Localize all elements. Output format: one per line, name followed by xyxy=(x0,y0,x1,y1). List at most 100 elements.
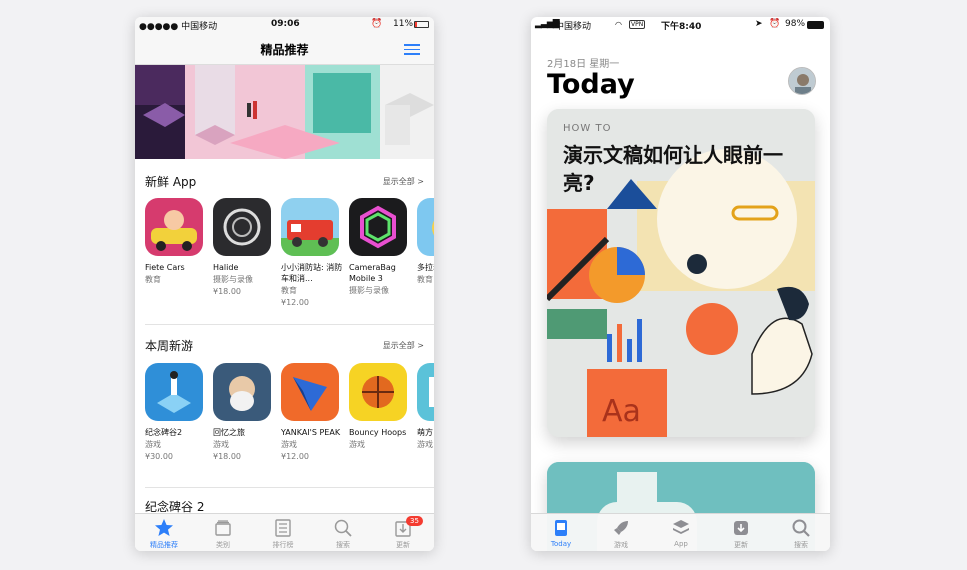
alarm-icon: ⏰ xyxy=(769,19,781,29)
location-icon: ➤ xyxy=(755,19,763,29)
app-tile[interactable]: Fiete Cars 教育 xyxy=(145,198,207,285)
divider xyxy=(145,324,434,325)
section-new-games-header: 本周新游 显示全部 > xyxy=(145,337,424,353)
tab-categories[interactable]: 类别 xyxy=(199,518,247,550)
app-name: 多拉动画 xyxy=(417,263,434,272)
section-title: 本周新游 xyxy=(145,339,194,353)
today-date: 2月18日 星期一 xyxy=(547,59,620,70)
page-title: Today xyxy=(547,69,635,100)
app-name: CameraBag Mobile 3 xyxy=(349,263,396,283)
battery-icon xyxy=(414,21,429,28)
tab-label: Today xyxy=(550,540,572,548)
app-category: 游戏 xyxy=(145,440,161,449)
app-name: Fiete Cars xyxy=(145,263,185,272)
app-price: ¥12.00 xyxy=(281,452,309,461)
status-bar: ●●●●● 中国移动 09:06 ⏰ 11% xyxy=(135,17,434,33)
tab-updates[interactable]: 35 更新 xyxy=(379,516,427,550)
app-category: 游戏 xyxy=(213,440,229,449)
tab-featured[interactable]: 精品推荐 xyxy=(140,518,188,550)
list-icon[interactable] xyxy=(404,44,420,55)
tab-label: 更新 xyxy=(734,541,748,549)
app-name: Bouncy Hoops xyxy=(349,428,407,437)
clock: 09:06 xyxy=(271,19,300,29)
app-category: 教育 xyxy=(281,286,297,295)
tab-label: 排行榜 xyxy=(272,541,294,549)
tab-label: 类别 xyxy=(216,541,230,549)
navigation-bar: 精品推荐 xyxy=(135,33,434,65)
app-icon-yankais-peak xyxy=(281,363,339,421)
app-price: ¥18.00 xyxy=(213,452,241,461)
tab-label: 搜索 xyxy=(794,541,808,549)
app-icon-dora xyxy=(417,198,434,256)
tab-today[interactable]: Today xyxy=(537,518,585,548)
app-name: 萌方 xyxy=(417,428,433,437)
status-bar: ▂▃▅▇ 中国移动 ◠ VPN 下午8:40 ➤ ⏰ 98% xyxy=(531,17,830,33)
app-price: ¥18.00 xyxy=(213,287,241,296)
page-title: 精品推荐 xyxy=(260,43,309,57)
star-icon xyxy=(154,518,174,538)
app-price: ¥12.00 xyxy=(281,298,309,307)
tab-apps[interactable]: App xyxy=(657,518,705,548)
app-icon-fire-station xyxy=(281,198,339,256)
featured-banner[interactable] xyxy=(135,65,434,159)
updates-icon xyxy=(731,518,751,538)
section-new-apps-header: 新鲜 App 显示全部 > xyxy=(145,173,424,189)
see-all-link[interactable]: 显示全部 > xyxy=(383,176,424,187)
tab-search[interactable]: 搜索 xyxy=(319,518,367,550)
svg-text:Aa: Aa xyxy=(602,394,641,429)
search-icon xyxy=(791,518,811,538)
rocket-icon xyxy=(611,518,631,538)
today-story-card[interactable]: Aa HOW TO 演示文稿如何让人眼前一亮? xyxy=(547,109,815,437)
app-name: Halide xyxy=(213,263,239,272)
app-icon-camerabag xyxy=(349,198,407,256)
alarm-icon: ⏰ xyxy=(371,19,383,29)
tab-bar: 精品推荐 类别 排行榜 搜索 35 更新 xyxy=(135,513,434,551)
section-mv2-header: 纪念碑谷 2 xyxy=(145,498,424,514)
tab-label: App xyxy=(674,540,688,548)
app-tile[interactable]: Bouncy Hoops 游戏 xyxy=(349,363,411,450)
app-tile[interactable]: CameraBag Mobile 3 摄影与录像 xyxy=(349,198,411,296)
today-icon xyxy=(551,518,571,538)
app-tile[interactable]: 纪念碑谷2 游戏 ¥30.00 xyxy=(145,363,207,462)
app-category: 游戏 xyxy=(281,440,297,449)
app-tile[interactable]: 多拉动画 教育 xyxy=(417,198,434,285)
app-name: 回忆之旅 xyxy=(213,428,245,437)
tab-games[interactable]: 游戏 xyxy=(597,518,645,550)
tab-search[interactable]: 搜索 xyxy=(777,518,825,550)
app-tile[interactable]: 小小消防站: 消防车和消... 教育 ¥12.00 xyxy=(281,198,343,308)
app-category: 游戏 xyxy=(349,440,365,449)
app-stack-icon xyxy=(671,518,691,538)
app-category: 摄影与录像 xyxy=(349,286,389,295)
app-name: 纪念碑谷2 xyxy=(145,428,183,437)
tab-label: 搜索 xyxy=(336,541,350,549)
app-price: ¥30.00 xyxy=(145,452,173,461)
app-tile[interactable]: Halide 摄影与录像 ¥18.00 xyxy=(213,198,275,297)
tab-top-charts[interactable]: 排行榜 xyxy=(259,518,307,550)
avatar[interactable] xyxy=(788,67,816,95)
story-kicker: HOW TO xyxy=(563,123,612,134)
app-icon-old-mans-journey xyxy=(213,363,271,421)
carrier-label: 中国移动 xyxy=(555,22,592,32)
section-title: 新鲜 App xyxy=(145,175,197,189)
app-icon-halide xyxy=(213,198,271,256)
battery-icon xyxy=(807,21,824,29)
app-store-ios10-screen: ●●●●● 中国移动 09:06 ⏰ 11% 精品推荐 新鲜 App 显示全部 … xyxy=(135,17,434,551)
app-category: 游戏 xyxy=(417,440,433,449)
story-title: 演示文稿如何让人眼前一亮? xyxy=(563,143,783,195)
clock: 下午8:40 xyxy=(661,22,702,32)
app-tile[interactable]: 回忆之旅 游戏 ¥18.00 xyxy=(213,363,275,462)
app-icon-meng-fang xyxy=(417,363,434,421)
charts-icon xyxy=(273,518,293,538)
app-tile[interactable]: 萌方 游戏 xyxy=(417,363,434,450)
tab-label: 精品推荐 xyxy=(150,541,178,549)
tab-label: 更新 xyxy=(396,541,410,549)
wifi-icon: ◠ xyxy=(615,20,622,29)
tab-label: 游戏 xyxy=(614,541,628,549)
categories-icon xyxy=(213,518,233,538)
app-tile[interactable]: YANKAI'S PEAK 游戏 ¥12.00 xyxy=(281,363,343,462)
see-all-link[interactable]: 显示全部 > xyxy=(383,340,424,351)
tab-updates[interactable]: 更新 xyxy=(717,518,765,550)
app-icon-fiete-cars xyxy=(145,198,203,256)
carrier-label: ●●●●● 中国移动 xyxy=(139,22,218,32)
app-category: 教育 xyxy=(145,275,161,284)
